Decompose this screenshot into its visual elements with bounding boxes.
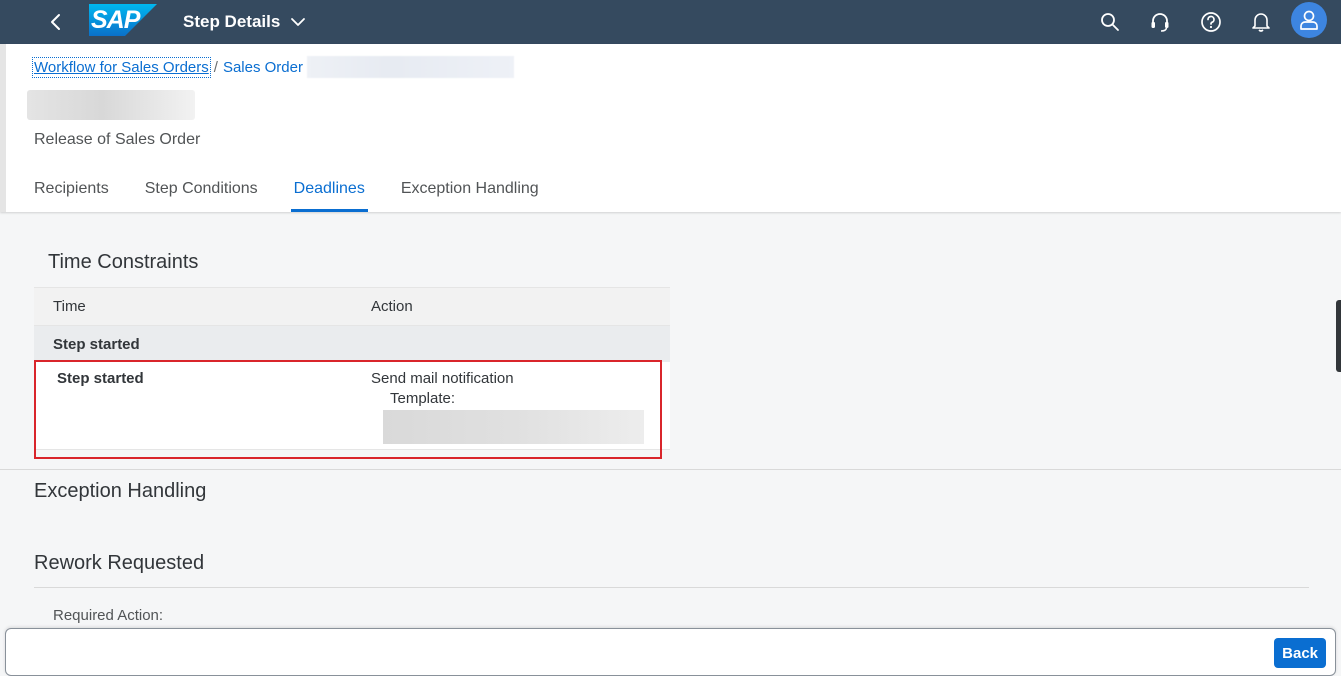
table-row[interactable]: Step started Send mail notification Temp…: [34, 362, 670, 450]
row-template-redacted: [383, 410, 644, 444]
app-title-menu[interactable]: Step Details: [183, 0, 306, 44]
tab-bar: Recipients Step Conditions Deadlines Exc…: [34, 168, 575, 212]
headset-icon: [1151, 13, 1169, 32]
breadcrumb-link-sales-order[interactable]: Sales Order: [223, 59, 303, 76]
breadcrumb-redacted-value: [307, 56, 514, 78]
row-action: Send mail notification: [371, 370, 514, 387]
search-button[interactable]: [1094, 6, 1126, 38]
object-subtitle: Release of Sales Order: [34, 131, 201, 148]
row-time: Step started: [57, 370, 144, 387]
breadcrumb-link-workflow[interactable]: Workflow for Sales Orders: [32, 56, 211, 78]
back-button[interactable]: Back: [1274, 638, 1326, 668]
rework-requested-title: Rework Requested: [34, 552, 205, 574]
tab-exception-handling[interactable]: Exception Handling: [401, 168, 539, 208]
sap-logo[interactable]: SAP: [89, 4, 157, 36]
bell-icon: [1252, 13, 1270, 32]
back-nav-button[interactable]: [40, 4, 72, 40]
chevron-down-icon: [291, 18, 306, 26]
object-title-redacted: [27, 90, 195, 120]
tab-step-conditions[interactable]: Step Conditions: [145, 168, 258, 208]
app-title: Step Details: [183, 12, 281, 31]
help-icon: [1201, 12, 1221, 32]
chevron-left-icon: [51, 14, 60, 30]
table-group-row: Step started: [34, 326, 670, 362]
help-button[interactable]: [1195, 6, 1227, 38]
time-constraints-title: Time Constraints: [48, 251, 199, 273]
column-header-action: Action: [371, 298, 413, 315]
breadcrumb-separator: /: [213, 58, 218, 76]
logo-text: SAP: [91, 6, 140, 34]
required-action-label: Required Action:: [53, 607, 164, 624]
tab-deadlines[interactable]: Deadlines: [290, 168, 368, 212]
row-template-label: Template:: [390, 390, 456, 407]
search-icon: [1101, 13, 1119, 31]
user-avatar[interactable]: [1291, 2, 1327, 38]
table-header: Time Action: [34, 287, 670, 326]
notifications-button[interactable]: [1245, 6, 1277, 38]
shell-bar: SAP Step Details: [0, 0, 1341, 44]
breadcrumb: Workflow for Sales Orders / Sales Order: [32, 56, 514, 78]
scroll-handle[interactable]: [1336, 300, 1341, 372]
footer-toolbar: Back: [5, 628, 1336, 676]
group-label: Step started: [53, 336, 140, 353]
support-button[interactable]: [1144, 6, 1176, 38]
time-constraints-table: Time Action Step started Step started Se…: [34, 287, 670, 450]
object-header: Workflow for Sales Orders / Sales Order …: [0, 44, 1341, 212]
section-divider: [0, 469, 1341, 470]
rework-divider: [34, 587, 1309, 588]
user-icon: [1300, 10, 1318, 30]
exception-handling-title: Exception Handling: [34, 480, 207, 502]
column-header-time: Time: [53, 298, 86, 315]
tab-recipients[interactable]: Recipients: [34, 168, 109, 208]
